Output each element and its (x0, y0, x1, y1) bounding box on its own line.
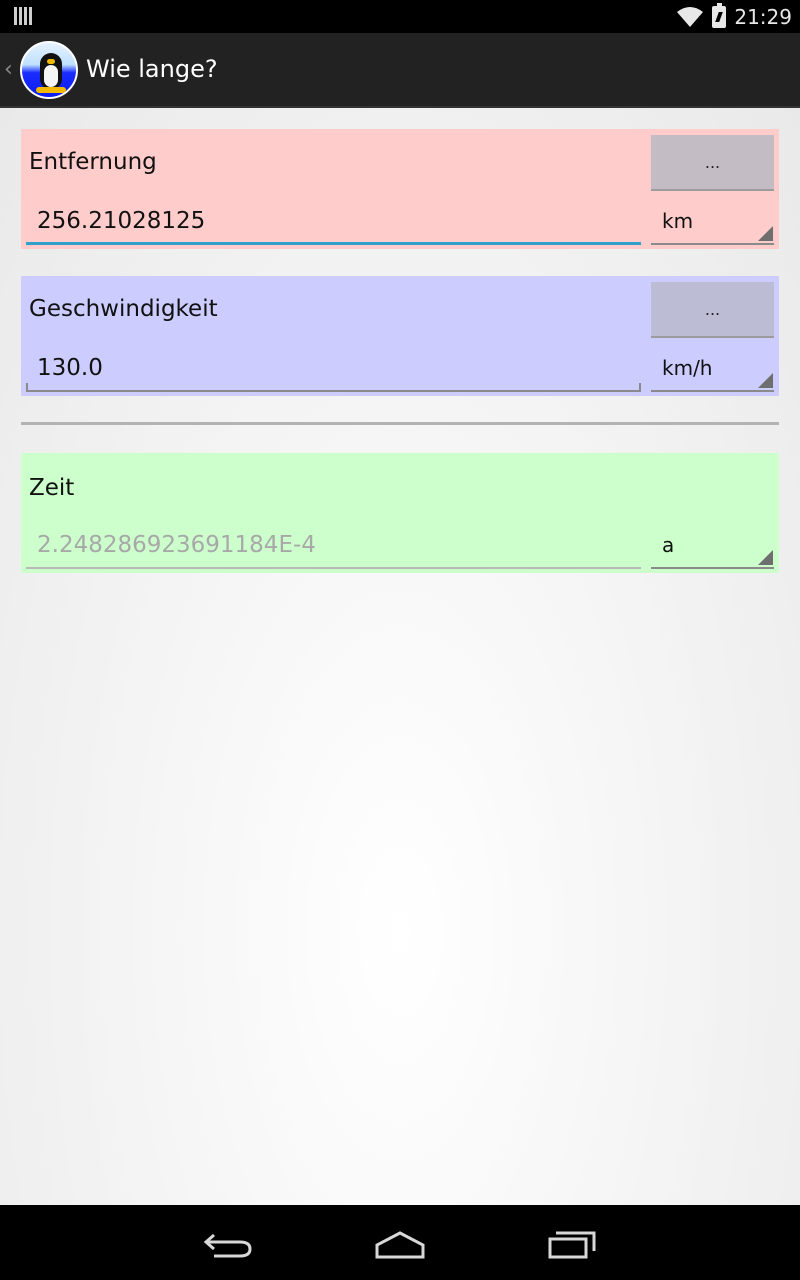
speed-unit-value: km/h (662, 356, 713, 380)
status-time: 21:29 (734, 5, 792, 29)
navigation-bar (0, 1205, 800, 1280)
status-right-group: 21:29 (676, 3, 792, 31)
section-divider (21, 422, 779, 425)
wifi-icon (677, 7, 704, 27)
speed-more-button[interactable]: ... (651, 282, 774, 338)
status-bar: 21:29 (0, 0, 800, 33)
chevron-left-icon[interactable]: ‹ (4, 57, 13, 82)
speed-input[interactable]: 130.0 (26, 348, 641, 392)
time-result-field: 2.248286923691184E-4 (26, 525, 641, 569)
distance-unit-value: km (662, 209, 694, 233)
distance-panel: Entfernung ... 256.21028125 km (21, 129, 779, 249)
time-unit-value: a (662, 533, 675, 557)
distance-label: Entfernung (29, 149, 157, 175)
action-bar: ‹ Wie lange? (0, 33, 800, 108)
penguin-app-icon[interactable] (20, 41, 78, 99)
main-content: Entfernung ... 256.21028125 km Geschwind… (0, 108, 800, 1205)
app-title: Wie lange? (86, 55, 218, 83)
battery-charging-icon (712, 3, 727, 28)
dropdown-arrow-icon (758, 550, 773, 565)
distance-unit-spinner[interactable]: km (651, 201, 774, 245)
time-unit-spinner[interactable]: a (651, 525, 774, 569)
time-panel: Zeit 2.248286923691184E-4 a (21, 453, 779, 573)
dropdown-arrow-icon (758, 226, 773, 241)
distance-more-button[interactable]: ... (651, 135, 774, 191)
dropdown-arrow-icon (758, 373, 773, 388)
home-icon[interactable] (370, 1227, 430, 1261)
back-icon[interactable] (200, 1227, 260, 1261)
distance-input[interactable]: 256.21028125 (26, 201, 641, 245)
speed-unit-spinner[interactable]: km/h (651, 348, 774, 392)
notification-bars-icon (14, 7, 32, 25)
speed-panel: Geschwindigkeit ... 130.0 km/h (21, 276, 779, 396)
recent-apps-icon[interactable] (542, 1227, 602, 1261)
speed-label: Geschwindigkeit (29, 296, 218, 322)
time-label: Zeit (29, 475, 75, 501)
